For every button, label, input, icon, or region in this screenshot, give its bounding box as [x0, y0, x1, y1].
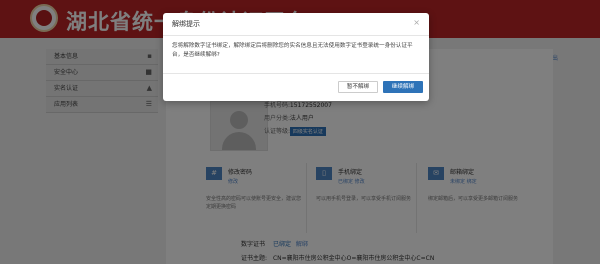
close-icon[interactable]: ×	[413, 18, 420, 27]
unbind-dialog: 解绑提示 × 您将解除数字证书绑定，解除绑定后将删除您的实名信息且无法使用数字证…	[163, 13, 429, 101]
dialog-message: 您将解除数字证书绑定，解除绑定后将删除您的实名信息且无法使用数字证书登录统一身份…	[172, 43, 413, 58]
dialog-divider	[163, 35, 429, 36]
dialog-divider	[163, 73, 429, 74]
cancel-button[interactable]: 暂不解绑	[338, 81, 378, 93]
confirm-unbind-button[interactable]: 继续解绑	[383, 81, 423, 93]
dialog-title: 解绑提示	[172, 20, 200, 28]
